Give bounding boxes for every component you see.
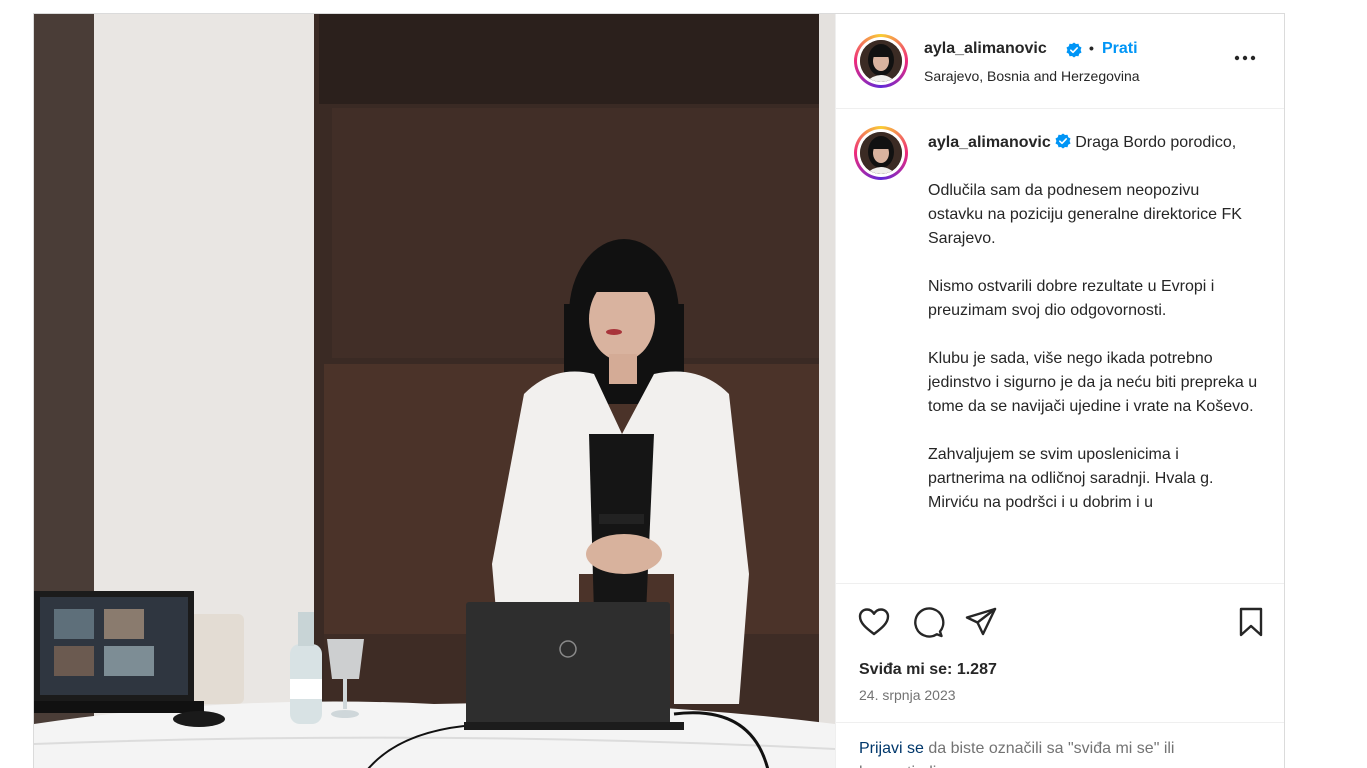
- caption-avatar[interactable]: [854, 126, 908, 180]
- post-side-panel: ayla_alimanovic • Prati Sarajevo, Bosnia…: [835, 14, 1284, 768]
- login-prompt-text: Prijavi se da biste označili sa "sviđa m…: [859, 737, 1259, 768]
- follow-button[interactable]: Prati: [1102, 40, 1138, 58]
- username[interactable]: ayla_alimanovic: [924, 40, 1047, 58]
- avatar-image: [860, 40, 902, 82]
- caption-username[interactable]: ayla_alimanovic: [928, 134, 1051, 151]
- caption-section: ayla_alimanovic Draga Bordo porodico, Od…: [836, 110, 1284, 584]
- likes-count[interactable]: Sviđa mi se: 1.287: [859, 661, 997, 679]
- verified-badge-icon: [1055, 133, 1071, 149]
- action-bar: Sviđa mi se: 1.287 24. srpnja 2023: [836, 583, 1284, 723]
- comment-icon[interactable]: [911, 605, 945, 639]
- more-options-icon[interactable]: [1232, 48, 1258, 68]
- separator-dot: •: [1089, 40, 1094, 56]
- login-link[interactable]: Prijavi se: [859, 740, 924, 757]
- caption-text: ayla_alimanovic Draga Bordo porodico, Od…: [928, 131, 1258, 515]
- post-location[interactable]: Sarajevo, Bosnia and Herzegovina: [924, 68, 1140, 84]
- post-photo[interactable]: [34, 14, 835, 768]
- heart-icon[interactable]: [857, 605, 891, 639]
- verified-badge-icon: [1066, 42, 1082, 58]
- instagram-post: ayla_alimanovic • Prati Sarajevo, Bosnia…: [33, 13, 1285, 768]
- login-prompt: Prijavi se da biste označili sa "sviđa m…: [836, 722, 1284, 768]
- avatar-image: [860, 132, 902, 174]
- post-image: [34, 14, 835, 768]
- post-header: ayla_alimanovic • Prati Sarajevo, Bosnia…: [836, 14, 1284, 109]
- post-date: 24. srpnja 2023: [859, 687, 956, 703]
- avatar[interactable]: [854, 34, 908, 88]
- caption-body: Draga Bordo porodico, Odlučila sam da po…: [928, 134, 1258, 511]
- bookmark-icon[interactable]: [1234, 605, 1268, 639]
- send-icon[interactable]: [964, 605, 998, 639]
